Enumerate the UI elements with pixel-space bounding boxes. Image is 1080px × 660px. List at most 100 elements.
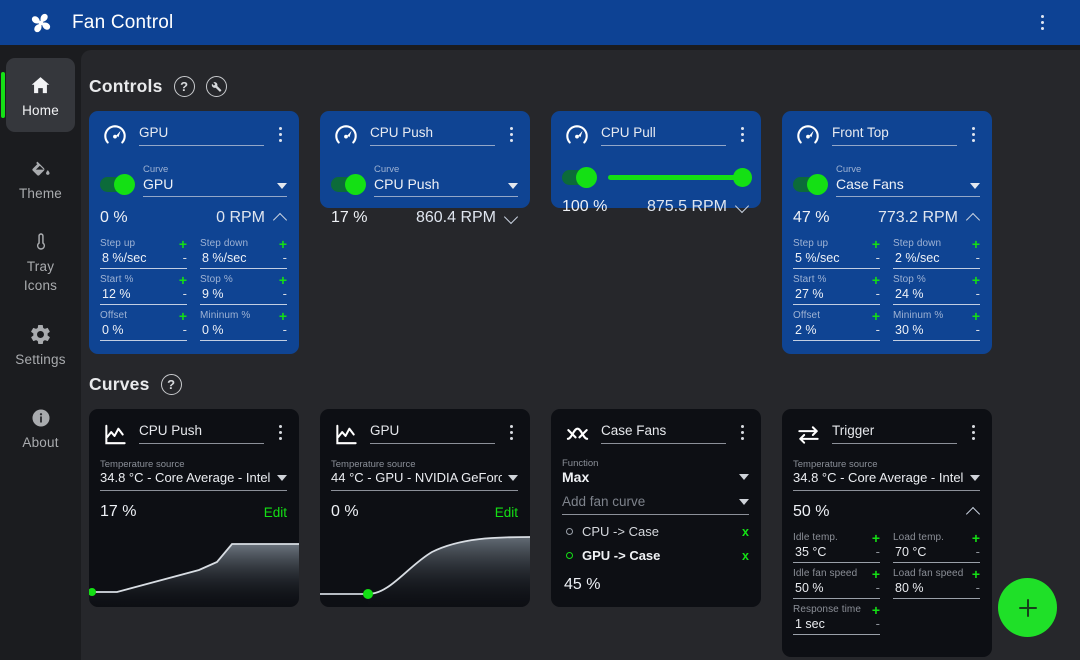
curve-name-field[interactable]: GPU (370, 419, 495, 444)
increment-button[interactable]: + (972, 239, 980, 249)
param-value[interactable]: 8 %/sec (100, 249, 179, 268)
curve-name-field[interactable]: CPU Push (139, 419, 264, 444)
decrement-button[interactable]: - (279, 289, 287, 299)
decrement-button[interactable]: - (972, 325, 980, 335)
sidebar-item-about[interactable]: About (6, 390, 75, 464)
card-menu-icon[interactable] (273, 421, 287, 443)
increment-button[interactable]: + (872, 605, 880, 615)
decrement-button[interactable]: - (179, 325, 187, 335)
increment-button[interactable]: + (972, 569, 980, 579)
radio-icon[interactable] (566, 528, 573, 535)
increment-button[interactable]: + (279, 275, 287, 285)
speed-slider[interactable] (608, 167, 749, 187)
decrement-button[interactable]: - (872, 253, 880, 263)
chevron-up-icon[interactable] (967, 506, 980, 519)
card-menu-icon[interactable] (966, 123, 980, 145)
decrement-button[interactable]: - (179, 289, 187, 299)
card-menu-icon[interactable] (504, 421, 518, 443)
function-select[interactable]: Function Max (562, 458, 749, 485)
curve-name-field[interactable]: Trigger (832, 419, 957, 444)
decrement-button[interactable]: - (972, 583, 980, 593)
sidebar-item-theme[interactable]: Theme (6, 141, 75, 215)
curve-select[interactable]: Curve GPU (143, 164, 287, 197)
param-value[interactable]: 0 % (200, 321, 279, 340)
decrement-button[interactable]: - (279, 325, 287, 335)
card-menu-icon[interactable] (966, 421, 980, 443)
enable-toggle[interactable] (793, 177, 826, 192)
increment-button[interactable]: + (972, 311, 980, 321)
chevron-up-icon[interactable] (274, 212, 287, 225)
decrement-button[interactable]: - (872, 583, 880, 593)
curve-name-field[interactable]: Case Fans (601, 419, 726, 444)
decrement-button[interactable]: - (179, 253, 187, 263)
decrement-button[interactable]: - (972, 289, 980, 299)
param-value[interactable]: 12 % (100, 285, 179, 304)
param-value[interactable]: 30 % (893, 321, 972, 340)
increment-button[interactable]: + (872, 569, 880, 579)
param-value[interactable]: 2 %/sec (893, 249, 972, 268)
temperature-source-select[interactable]: Temperature source 34.8 °C - Core Averag… (100, 459, 287, 491)
sidebar-item-tray-icons[interactable]: Tray Icons (6, 224, 75, 298)
increment-button[interactable]: + (972, 533, 980, 543)
decrement-button[interactable]: - (872, 325, 880, 335)
decrement-button[interactable]: - (872, 289, 880, 299)
param-value[interactable]: 24 % (893, 285, 972, 304)
chevron-down-icon[interactable] (736, 201, 749, 214)
increment-button[interactable]: + (972, 275, 980, 285)
control-name-field[interactable]: GPU (139, 121, 264, 146)
control-name-field[interactable]: CPU Push (370, 121, 495, 146)
increment-button[interactable]: + (872, 533, 880, 543)
param-value[interactable]: 0 % (100, 321, 179, 340)
sidebar-item-settings[interactable]: Settings (6, 307, 75, 381)
slider-thumb[interactable] (733, 168, 752, 187)
enable-toggle[interactable] (331, 177, 364, 192)
decrement-button[interactable]: - (872, 547, 880, 557)
card-menu-icon[interactable] (735, 123, 749, 145)
control-name-field[interactable]: CPU Pull (601, 121, 726, 146)
param-value[interactable]: 50 % (793, 579, 872, 598)
param-value[interactable]: 2 % (793, 321, 872, 340)
increment-button[interactable]: + (279, 239, 287, 249)
increment-button[interactable]: + (179, 311, 187, 321)
edit-button[interactable]: Edit (495, 505, 518, 520)
param-value[interactable]: 1 sec (793, 615, 872, 634)
add-button[interactable] (998, 578, 1057, 637)
kebab-menu-icon[interactable] (1032, 11, 1052, 35)
param-value[interactable]: 70 °C (893, 543, 972, 562)
remove-icon[interactable]: x (742, 549, 749, 563)
card-menu-icon[interactable] (273, 123, 287, 145)
param-value[interactable]: 35 °C (793, 543, 872, 562)
param-value[interactable]: 8 %/sec (200, 249, 279, 268)
temperature-source-select[interactable]: Temperature source 44 °C - GPU - NVIDIA … (331, 459, 518, 491)
card-menu-icon[interactable] (504, 123, 518, 145)
increment-button[interactable]: + (872, 239, 880, 249)
param-value[interactable]: 5 %/sec (793, 249, 872, 268)
curve-select[interactable]: Curve CPU Push (374, 164, 518, 197)
temperature-source-select[interactable]: Temperature source 34.8 °C - Core Averag… (793, 459, 980, 491)
decrement-button[interactable]: - (279, 253, 287, 263)
remove-icon[interactable]: x (742, 525, 749, 539)
radio-icon[interactable] (566, 552, 573, 559)
question-mark-icon[interactable]: ? (174, 76, 195, 97)
param-value[interactable]: 9 % (200, 285, 279, 304)
edit-button[interactable]: Edit (264, 505, 287, 520)
chevron-up-icon[interactable] (967, 212, 980, 225)
increment-button[interactable]: + (872, 275, 880, 285)
decrement-button[interactable]: - (872, 619, 880, 629)
list-item[interactable]: GPU -> Case x (562, 548, 749, 563)
increment-button[interactable]: + (179, 275, 187, 285)
card-menu-icon[interactable] (735, 421, 749, 443)
enable-toggle[interactable] (100, 177, 133, 192)
wrench-icon[interactable] (206, 76, 227, 97)
list-item[interactable]: CPU -> Case x (562, 524, 749, 539)
question-mark-icon[interactable]: ? (161, 374, 182, 395)
increment-button[interactable]: + (872, 311, 880, 321)
increment-button[interactable]: + (179, 239, 187, 249)
sidebar-item-home[interactable]: Home (6, 58, 75, 132)
enable-toggle[interactable] (562, 170, 595, 185)
add-fan-curve-select[interactable]: Add fan curve (562, 494, 749, 515)
decrement-button[interactable]: - (972, 253, 980, 263)
control-name-field[interactable]: Front Top (832, 121, 957, 146)
chevron-down-icon[interactable] (505, 212, 518, 225)
param-value[interactable]: 80 % (893, 579, 972, 598)
